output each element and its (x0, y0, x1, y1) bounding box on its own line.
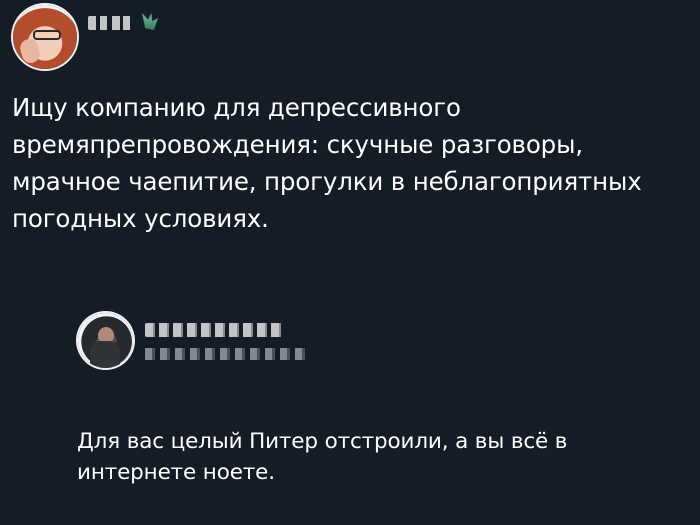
reply-author-avatar[interactable] (78, 313, 133, 368)
avatar-hand-shape (18, 37, 42, 65)
redacted-author-name[interactable] (88, 16, 136, 30)
reply-text: Для вас целый Питер отстроили, а вы всё … (77, 429, 568, 485)
reply-post: Для вас целый Питер отстроили, а вы всё … (73, 305, 693, 515)
redacted-reply-author-name[interactable] (145, 323, 283, 337)
avatar-body-shape (90, 341, 120, 368)
leaf-badge-icon (142, 13, 158, 30)
redacted-reply-metadata (145, 348, 310, 360)
post-text: Ищу компанию для депрессивного времяпреп… (12, 93, 642, 233)
author-avatar[interactable] (13, 5, 77, 69)
main-post: Ищу компанию для депрессивного времяпреп… (0, 0, 700, 260)
avatar-glasses-shape (33, 30, 61, 40)
